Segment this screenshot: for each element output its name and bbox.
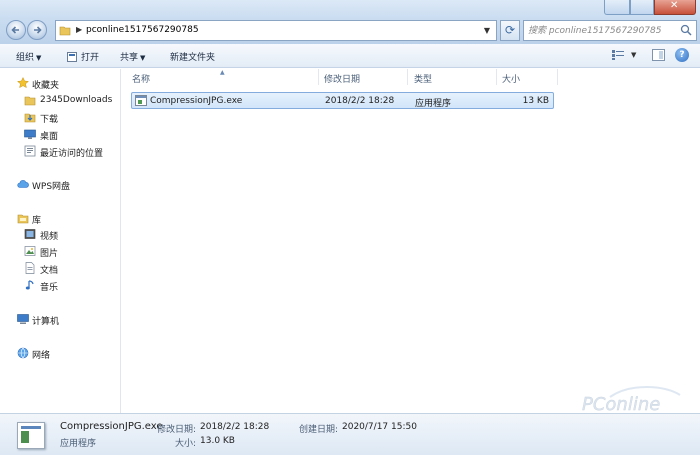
column-header-size[interactable]: 大小: [497, 69, 557, 85]
column-header-name[interactable]: 名称: [122, 69, 318, 85]
window-icon: [67, 52, 77, 62]
desktop-icon: [24, 129, 36, 139]
application-icon: [135, 95, 147, 106]
column-header-type[interactable]: 类型: [408, 69, 496, 85]
folder-icon: [24, 96, 36, 106]
navigation-pane: 收藏夹 2345Downloads 下载 桌面 最近访问的位置 WPS网盘 库 …: [0, 69, 121, 413]
maximize-button[interactable]: [630, 0, 654, 15]
file-list: ▲ 名称 修改日期 类型 大小 CompressionJPG.exe 2018/…: [122, 69, 700, 413]
column-header-modified[interactable]: 修改日期: [319, 69, 407, 85]
address-bar[interactable]: ▶ pconline1517567290785 ▼: [55, 20, 497, 41]
details-modified-value: 2018/2/2 18:28: [200, 422, 270, 432]
arrow-left-icon: [11, 26, 19, 34]
file-row[interactable]: CompressionJPG.exe 2018/2/2 18:28 应用程序 1…: [131, 92, 554, 109]
breadcrumb-current[interactable]: pconline1517567290785: [86, 25, 199, 35]
address-dropdown-icon[interactable]: ▼: [484, 26, 490, 35]
details-pane: CompressionJPG.exe 应用程序 修改日期: 2018/2/2 1…: [0, 413, 700, 455]
details-size-value: 13.0 KB: [200, 436, 235, 446]
help-icon[interactable]: ?: [675, 48, 689, 62]
details-file-type: 应用程序: [60, 439, 97, 449]
organize-menu[interactable]: 组织 ▼: [16, 50, 41, 63]
close-button[interactable]: [654, 0, 696, 15]
details-size-label: 大小:: [175, 439, 197, 449]
details-file-name: CompressionJPG.exe: [60, 421, 163, 432]
svg-text:PConline: PConline: [582, 394, 660, 415]
share-menu[interactable]: 共享 ▼: [120, 50, 145, 63]
arrow-right-icon: [34, 26, 42, 34]
network-icon: [17, 347, 29, 359]
file-thumbnail: [17, 422, 45, 449]
title-bar: ▶ pconline1517567290785 ▼ ⟳: [0, 0, 700, 44]
star-icon: [17, 77, 29, 89]
video-icon: [24, 229, 36, 239]
refresh-icon: ⟳: [505, 23, 516, 37]
recent-places-icon: [24, 145, 36, 157]
file-type: 应用程序: [415, 99, 452, 109]
music-note-icon: [25, 280, 34, 290]
search-input[interactable]: [528, 24, 678, 38]
minimize-button[interactable]: [604, 0, 630, 15]
search-icon[interactable]: [680, 24, 692, 36]
file-name: CompressionJPG.exe: [150, 96, 243, 106]
search-box[interactable]: [523, 20, 697, 41]
document-icon: [25, 262, 35, 274]
forward-button[interactable]: [27, 20, 47, 40]
window-controls: [604, 0, 696, 16]
view-options-icon[interactable]: [612, 50, 624, 60]
breadcrumb-separator[interactable]: ▶: [76, 25, 82, 34]
folder-icon: [59, 26, 71, 36]
file-modified: 2018/2/2 18:28: [325, 96, 395, 106]
chevron-down-icon: ▼: [36, 54, 42, 62]
details-modified-label: 修改日期:: [157, 425, 197, 435]
chevron-down-icon: ▼: [140, 54, 146, 62]
file-size: 13 KB: [522, 96, 549, 106]
details-created-label: 创建日期:: [299, 425, 339, 435]
view-dropdown-icon[interactable]: ▼: [631, 51, 636, 59]
library-icon: [17, 214, 29, 224]
command-bar: 组织 ▼ 打开 共享 ▼ 新建文件夹 ▼ ?: [0, 44, 700, 68]
details-created-value: 2020/7/17 15:50: [342, 422, 417, 432]
new-folder-button[interactable]: 新建文件夹: [170, 50, 215, 63]
picture-icon: [24, 246, 36, 256]
open-button[interactable]: 打开: [67, 50, 99, 63]
computer-icon: [17, 314, 29, 324]
preview-pane-button[interactable]: [652, 49, 665, 61]
back-button[interactable]: [6, 20, 26, 40]
column-divider[interactable]: [557, 69, 558, 85]
download-folder-icon: [24, 113, 36, 123]
cloud-icon: [17, 180, 29, 188]
refresh-button[interactable]: ⟳: [500, 20, 520, 41]
